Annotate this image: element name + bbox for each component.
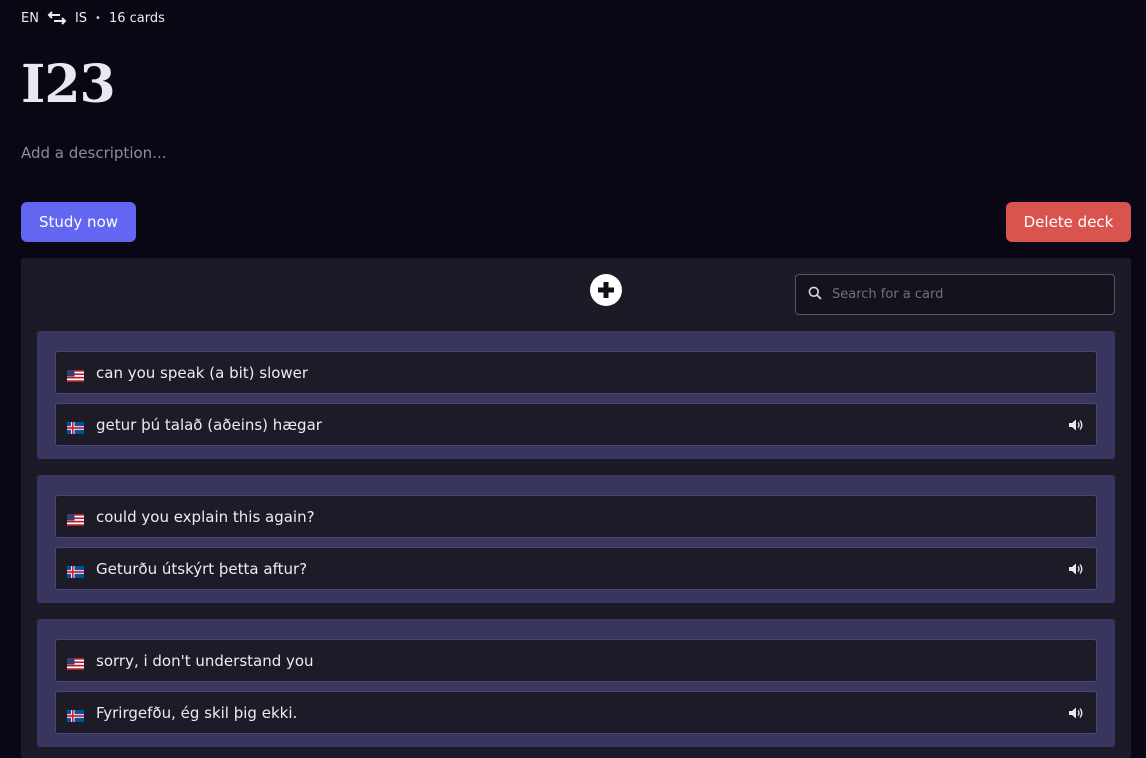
card-back-text: getur þú talað (aðeins) hægar — [96, 415, 322, 434]
source-language: EN — [21, 10, 39, 26]
card-back-text: Geturðu útskýrt þetta aftur? — [96, 559, 308, 578]
us-flag-icon — [67, 367, 84, 382]
card-item: can you speak (a bit) slower getur þú ta… — [37, 331, 1115, 459]
us-flag-icon — [67, 655, 84, 670]
card-front-field[interactable]: sorry, i don't understand you — [55, 639, 1097, 682]
search-box[interactable] — [795, 274, 1115, 315]
deck-title[interactable]: I23 — [21, 52, 116, 118]
card-back-field[interactable]: Fyrirgefðu, ég skil þig ekki. — [55, 691, 1097, 734]
card-back-text: Fyrirgefðu, ég skil þig ekki. — [96, 703, 298, 722]
iceland-flag-icon — [67, 707, 84, 722]
target-language: IS — [74, 10, 88, 26]
description-field[interactable]: Add a description... — [21, 143, 166, 163]
card-item: could you explain this again? Geturðu út… — [37, 475, 1115, 603]
card-front-field[interactable]: can you speak (a bit) slower — [55, 351, 1097, 394]
card-front-text: sorry, i don't understand you — [96, 651, 314, 670]
card-front-text: could you explain this again? — [96, 507, 315, 526]
us-flag-icon — [67, 511, 84, 526]
speaker-icon[interactable] — [1068, 561, 1084, 577]
search-input[interactable] — [832, 287, 1092, 302]
swap-arrows-icon — [47, 11, 67, 25]
speaker-icon[interactable] — [1068, 705, 1084, 721]
deck-meta: EN IS • 16 cards — [21, 10, 165, 26]
card-item: sorry, i don't understand you Fyrirgefðu… — [37, 619, 1115, 747]
card-back-field[interactable]: getur þú talað (aðeins) hægar — [55, 403, 1097, 446]
iceland-flag-icon — [67, 419, 84, 434]
search-icon — [808, 285, 822, 304]
cards-panel: can you speak (a bit) slower getur þú ta… — [21, 258, 1131, 758]
plus-circle-icon[interactable] — [590, 274, 622, 306]
speaker-icon[interactable] — [1068, 417, 1084, 433]
study-now-button[interactable]: Study now — [21, 202, 136, 242]
card-front-field[interactable]: could you explain this again? — [55, 495, 1097, 538]
meta-separator: • — [95, 12, 101, 24]
iceland-flag-icon — [67, 563, 84, 578]
card-back-field[interactable]: Geturðu útskýrt þetta aftur? — [55, 547, 1097, 590]
card-front-text: can you speak (a bit) slower — [96, 363, 309, 382]
delete-deck-button[interactable]: Delete deck — [1006, 202, 1131, 242]
card-count: 16 cards — [108, 10, 165, 26]
